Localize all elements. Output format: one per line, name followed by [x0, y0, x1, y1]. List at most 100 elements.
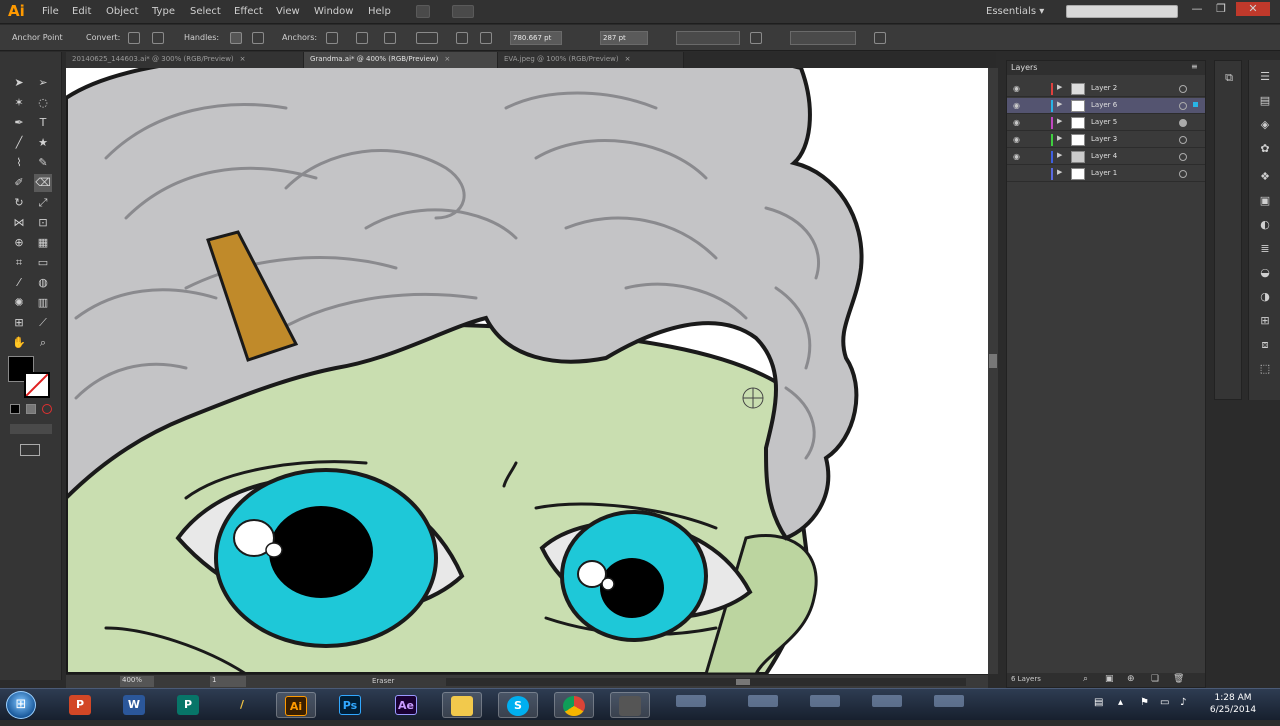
target-circle-icon[interactable] [1179, 136, 1187, 144]
pathfinder-icon[interactable]: ⧈ [1257, 338, 1273, 352]
target-circle-icon[interactable] [1179, 102, 1187, 110]
swatches-icon[interactable]: ◈ [1257, 118, 1273, 132]
menu-effect[interactable]: Effect [234, 6, 263, 17]
draw-mode-icon[interactable] [10, 424, 52, 434]
layer-row[interactable]: ◉ ▶ Layer 3 [1007, 132, 1205, 148]
taskbar-thumbnail[interactable] [934, 695, 964, 707]
cut-path-icon[interactable] [384, 32, 396, 44]
artboard-tool-icon[interactable]: ⊞ [10, 314, 28, 332]
layer-row[interactable]: ◉ ▶ Layer 5 [1007, 115, 1205, 131]
layer-row[interactable]: ◉ ▶ Layer 2 [1007, 81, 1205, 97]
h-scroll-thumb[interactable] [736, 679, 750, 685]
rotate-tool-icon[interactable]: ↻ [10, 194, 28, 212]
taskbar-photoshop-icon[interactable]: Ps [330, 692, 370, 718]
screen-mode-icon[interactable] [20, 444, 40, 456]
target-circle-icon[interactable] [1179, 119, 1187, 127]
locate-object-icon[interactable]: ⌕ [1083, 674, 1088, 684]
layer-name[interactable]: Layer 2 [1091, 84, 1117, 92]
color-guide-icon[interactable]: ▤ [1257, 94, 1273, 108]
align-icon[interactable] [456, 32, 468, 44]
graph-tool-icon[interactable]: ▥ [34, 294, 52, 312]
layers-panel-title[interactable]: Layers [1011, 63, 1037, 72]
visibility-eye-icon[interactable]: ◉ [1013, 135, 1025, 145]
show-handles-icon[interactable] [230, 32, 242, 44]
expand-triangle-icon[interactable]: ▶ [1057, 83, 1062, 91]
layer-row[interactable]: ◉ ▶ Layer 4 [1007, 149, 1205, 165]
taskbar-thumbnail[interactable] [676, 695, 706, 707]
taskbar-thumbnail[interactable] [872, 695, 902, 707]
taskbar-powerpoint-icon[interactable]: P [60, 692, 100, 718]
tab-close-icon[interactable]: × [625, 55, 631, 63]
display-tray-icon[interactable]: ▭ [1160, 697, 1169, 708]
reference-point-icon[interactable] [480, 32, 492, 44]
visibility-toggle-empty[interactable] [1013, 169, 1025, 179]
zoom-tool-icon[interactable]: ⌕ [34, 334, 52, 352]
scale-tool-icon[interactable]: ⤢ [34, 194, 52, 212]
symbols-icon[interactable]: ❖ [1257, 170, 1273, 184]
expand-triangle-icon[interactable]: ▶ [1057, 117, 1062, 125]
tab-close-icon[interactable]: × [240, 55, 246, 63]
constrain-link-icon[interactable] [750, 32, 762, 44]
volume-tray-icon[interactable]: ♪ [1180, 697, 1186, 708]
stroke-swatch[interactable] [24, 372, 50, 398]
taskbar-recorder-icon[interactable] [610, 692, 650, 718]
panel-menu-icon[interactable]: ≡ [1191, 62, 1198, 71]
gradient-tool-icon[interactable]: ▭ [34, 254, 52, 272]
expand-triangle-icon[interactable]: ▶ [1057, 134, 1062, 142]
menu-view[interactable]: View [276, 6, 300, 17]
menu-edit[interactable]: Edit [72, 6, 91, 17]
taskbar-chrome-icon[interactable] [554, 692, 594, 718]
gradient-icon[interactable]: ◒ [1257, 266, 1273, 280]
bridge-icon[interactable] [416, 5, 430, 18]
menu-object[interactable]: Object [106, 6, 139, 17]
taskbar-thumbnail[interactable] [810, 695, 840, 707]
taskbar-illustrator-icon[interactable]: Ai [276, 692, 316, 718]
color-panel-icon[interactable]: ☰ [1257, 70, 1273, 84]
show-hidden-icons[interactable]: ▴ [1118, 697, 1123, 708]
appearance-icon[interactable]: ◐ [1257, 218, 1273, 232]
windows-start-icon[interactable]: ⊞ [6, 691, 36, 719]
x-field[interactable]: 780.667 pt [510, 31, 562, 45]
search-input[interactable] [1066, 5, 1178, 18]
menu-type[interactable]: Type [152, 6, 175, 17]
align-icon[interactable]: ⊞ [1257, 314, 1273, 328]
tab-close-icon[interactable]: × [444, 55, 450, 63]
y-field[interactable]: 287 pt [600, 31, 648, 45]
menu-file[interactable]: File [42, 6, 59, 17]
convert-smooth-icon[interactable] [152, 32, 164, 44]
new-layer-icon[interactable]: ❏ [1151, 674, 1159, 684]
selection-indicator[interactable] [1193, 102, 1198, 107]
tab-eva[interactable]: EVA.jpeg @ 100% (RGB/Preview) × [498, 52, 684, 68]
connect-anchors-icon[interactable] [356, 32, 368, 44]
maximize-button[interactable]: ❐ [1210, 2, 1232, 16]
pen-tool-icon[interactable]: ✒ [10, 114, 28, 132]
scroll-thumb[interactable] [989, 354, 997, 368]
layer-row-active[interactable]: ◉ ▶ Layer 6 [1007, 98, 1205, 114]
slice-tool-icon[interactable]: ⟋ [34, 314, 52, 332]
star-tool-icon[interactable]: ★ [34, 134, 52, 152]
width-tool-icon[interactable]: ⋈ [10, 214, 28, 232]
none-mode-icon[interactable] [42, 404, 52, 414]
taskbar-thumbnail[interactable] [748, 695, 778, 707]
taskbar-word-icon[interactable]: W [114, 692, 154, 718]
action-center-flag-icon[interactable]: ⚑ [1140, 697, 1149, 708]
transparency-icon[interactable]: ◑ [1257, 290, 1273, 304]
layer-name[interactable]: Layer 3 [1091, 135, 1117, 143]
zoom-level-field[interactable]: 400% [120, 676, 154, 687]
width-field[interactable] [676, 31, 740, 45]
menu-window[interactable]: Window [314, 6, 353, 17]
type-tool-icon[interactable]: T [34, 114, 52, 132]
new-sublayer-icon[interactable]: ⊕ [1127, 674, 1135, 684]
clipping-mask-icon[interactable]: ▣ [1105, 674, 1114, 684]
visibility-eye-icon[interactable]: ◉ [1013, 118, 1025, 128]
workspace-switcher[interactable]: Essentials ▾ [986, 6, 1044, 17]
visibility-eye-icon[interactable]: ◉ [1013, 152, 1025, 162]
line-tool-icon[interactable]: ╱ [10, 134, 28, 152]
expand-triangle-icon[interactable]: ▶ [1057, 100, 1062, 108]
delete-layer-icon[interactable]: 🗑 [1173, 674, 1184, 684]
menu-help[interactable]: Help [368, 6, 391, 17]
transform-icon[interactable] [874, 32, 886, 44]
selection-tool-icon[interactable]: ➤ [10, 74, 28, 92]
taskbar-publisher-icon[interactable]: P [168, 692, 208, 718]
hand-tool-icon[interactable]: ✋ [10, 334, 28, 352]
